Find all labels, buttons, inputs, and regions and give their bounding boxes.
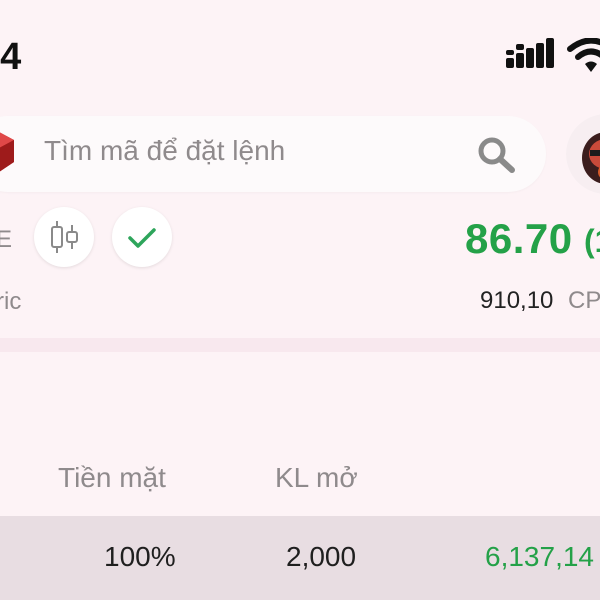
company-name: ric — [0, 288, 22, 315]
section-divider — [0, 338, 600, 352]
column-header-open-volume: KL mở — [275, 462, 358, 493]
avatar-image — [566, 114, 600, 194]
search-input[interactable]: Tìm mã để đặt lệnh — [44, 135, 285, 167]
status-bar: 44 — [0, 0, 600, 100]
search-icon[interactable] — [476, 136, 518, 174]
exchange-label: E — [0, 226, 13, 253]
cash-percent-cell: 100% — [104, 541, 176, 572]
candlestick-chart-button[interactable] — [34, 207, 94, 267]
candlestick-icon — [51, 221, 78, 253]
volume-unit: CP — [568, 287, 600, 314]
check-icon — [128, 228, 156, 248]
trading-volume: 910,10 — [480, 287, 554, 314]
stock-price-change: (1 — [584, 223, 600, 259]
status-time: 44 — [0, 36, 23, 78]
value-cell: 6,137,14 — [485, 541, 594, 572]
app-screen: 44 Tìm mã để đặt lệnh — [0, 0, 600, 600]
avatar[interactable] — [566, 114, 600, 194]
open-volume-cell: 2,000 — [286, 541, 357, 572]
column-header-cash: Tiền mặt — [58, 462, 166, 493]
stock-price: 86.70 — [465, 215, 573, 262]
confirm-check-button[interactable] — [112, 207, 172, 267]
signal-icon — [506, 38, 554, 68]
wifi-icon — [567, 38, 600, 72]
brand-logo-icon — [0, 132, 14, 172]
